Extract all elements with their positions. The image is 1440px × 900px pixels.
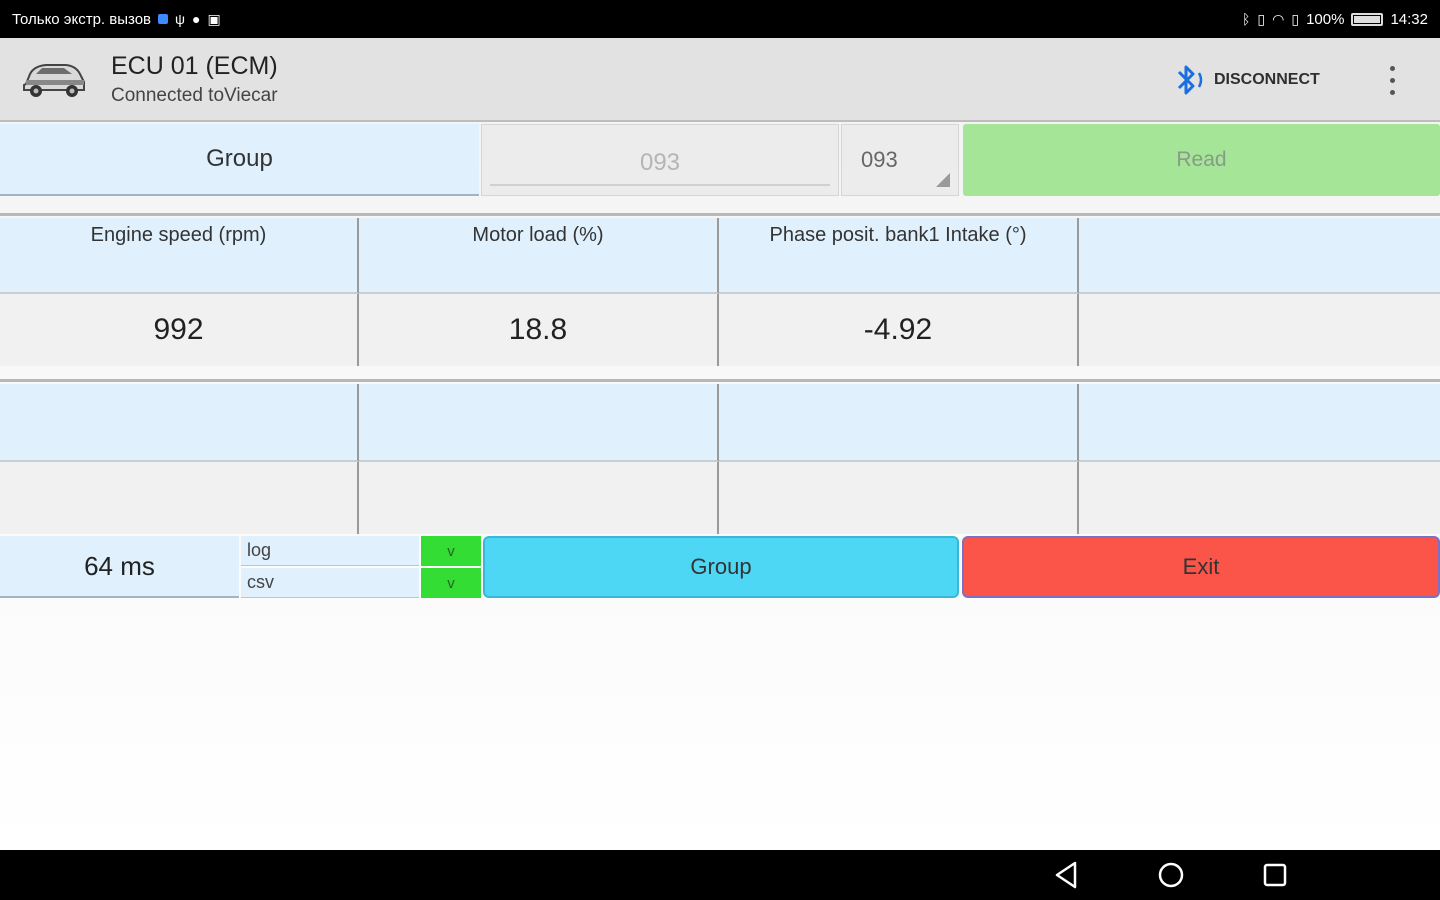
dropdown-corner-icon: [936, 173, 950, 187]
image-icon: ▣: [207, 11, 221, 27]
group-button[interactable]: Group: [483, 536, 959, 598]
battery-percent: 100%: [1306, 10, 1345, 28]
measurement-value: 992: [0, 294, 359, 366]
disconnect-label: DISCONNECT: [1214, 71, 1320, 88]
empty-headers: [0, 384, 1440, 462]
bottom-controls: 64 ms log v csv v Group Exit: [0, 536, 1440, 600]
measurement-header: [1079, 384, 1440, 462]
status-bar: Только экстр. вызов ψ ● ▣ ᛒ ▯ ◠ ▯ 100% 1…: [0, 0, 1440, 38]
divider: [0, 213, 1440, 216]
log-checkbox[interactable]: v: [421, 536, 481, 566]
action-bar: ECU 01 (ECM) Connected toViecar DISCONNE…: [0, 38, 1440, 122]
group-dropdown-value: 093: [861, 147, 898, 172]
measurement-value: [359, 462, 719, 534]
measurement-header: [719, 384, 1079, 462]
measurement-value: 18.8: [359, 294, 719, 366]
usb-icon: ψ: [175, 11, 185, 27]
measurement-header: Engine speed (rpm): [0, 218, 359, 294]
measurement-value: [1079, 294, 1440, 366]
status-right: ᛒ ▯ ◠ ▯ 100% 14:32: [1242, 11, 1428, 28]
clock: 14:32: [1390, 10, 1428, 28]
connection-status: Connected toViecar: [111, 85, 278, 106]
refresh-time: 64 ms: [0, 536, 239, 598]
notification-icon: [158, 14, 169, 24]
log-label: log: [241, 536, 419, 566]
bluetooth-icon: [1177, 65, 1203, 95]
measurement-header: [1079, 218, 1440, 294]
divider: [0, 379, 1440, 382]
battery-icon: [1351, 12, 1384, 26]
measurement-header: [359, 384, 719, 462]
group-number-input[interactable]: [490, 142, 830, 186]
status-left: Только экстр. вызов ψ ● ▣: [12, 11, 221, 28]
measurement-value: -4.92: [719, 294, 1079, 366]
wifi-icon: ◠: [1272, 11, 1285, 27]
title-block: ECU 01 (ECM) Connected toViecar: [111, 52, 278, 107]
measurement-headers: Engine speed (rpm) Motor load (%) Phase …: [0, 218, 1440, 294]
vibrate-icon: ▯: [1257, 11, 1266, 27]
sim-icon: ▯: [1291, 11, 1300, 27]
measurement-header: Motor load (%): [359, 218, 719, 294]
overflow-menu-icon[interactable]: [1378, 60, 1406, 100]
measurement-header: Phase posit. bank1 Intake (°): [719, 218, 1079, 294]
location-icon: ●: [192, 11, 201, 27]
navigation-bar: [0, 850, 1440, 900]
empty-values: [0, 462, 1440, 534]
carrier-text: Только экстр. вызов: [12, 10, 152, 28]
measurement-values: 992 18.8 -4.92: [0, 294, 1440, 366]
read-button[interactable]: Read: [963, 124, 1440, 196]
home-icon[interactable]: [1154, 858, 1188, 892]
ecu-title: ECU 01 (ECM): [111, 52, 278, 80]
group-label: Group: [0, 124, 479, 196]
exit-button[interactable]: Exit: [962, 536, 1440, 598]
csv-label: csv: [241, 568, 419, 598]
car-logo-icon: [23, 64, 85, 97]
csv-checkbox[interactable]: v: [421, 568, 481, 598]
bluetooth-icon: ᛒ: [1242, 11, 1251, 27]
disconnect-button[interactable]: DISCONNECT: [1174, 60, 1320, 100]
recents-icon[interactable]: [1258, 858, 1292, 892]
group-dropdown[interactable]: 093: [841, 124, 959, 196]
measurement-header: [0, 384, 359, 462]
measurement-value: [1079, 462, 1440, 534]
measurement-value: [719, 462, 1079, 534]
back-icon[interactable]: [1050, 858, 1084, 892]
group-input-container: [481, 124, 839, 196]
measurement-value: [0, 462, 359, 534]
main-content: Group 093 Read Engine speed (rpm) Motor …: [0, 122, 1440, 850]
